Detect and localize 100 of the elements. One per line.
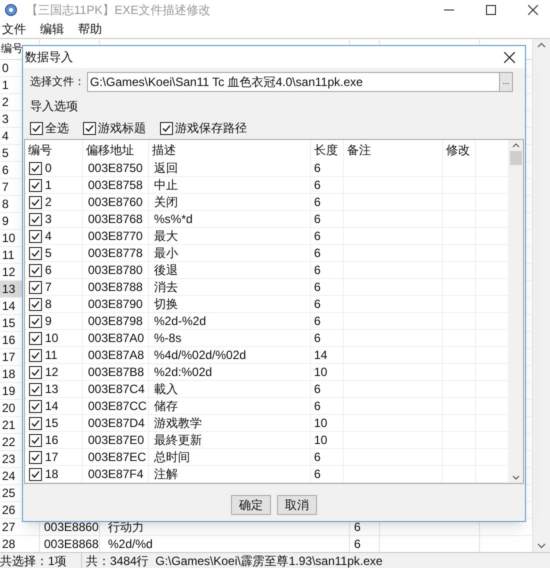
table-cell-text: 003E87CC [88,398,147,415]
table-cell-text: 003E87D4 [88,415,145,432]
table-cell-text: %2d-%2d [154,313,206,330]
column-header[interactable]: 长度 [314,141,338,159]
checkbox[interactable] [29,264,42,276]
checkbox[interactable] [29,382,42,396]
checkbox[interactable] [29,178,42,192]
checkbox[interactable] [29,332,42,344]
table-cell-text: %4d/%02d/%02d [154,347,246,364]
close-icon[interactable] [528,4,538,14]
table-cell-text: 003E87B8 [88,364,144,381]
option-label[interactable]: 游戏保存路径 [175,119,247,137]
table-cell-text: 6 [314,211,321,228]
column-header[interactable]: 偏移地址 [86,141,134,159]
table-cell-text: 003E8770 [88,228,143,245]
table-cell-text: 003E8758 [88,177,143,194]
table-cell-text: 6 [314,466,321,483]
table-cell-text: 13 [45,381,58,398]
column-header[interactable]: 描述 [152,141,176,159]
checkbox[interactable] [29,416,42,430]
table-cell-text: 消去 [154,279,178,296]
status-text: 共选择：1项 [0,552,82,568]
table-cell-text: 003E87E0 [88,432,144,449]
table-cell-text: 6 [314,313,321,330]
table-cell-text: 10 [314,432,328,449]
table-cell[interactable]: 28 [0,536,40,552]
table-cell-text: 游戏教学 [154,415,202,432]
checkbox[interactable] [29,246,42,260]
menu-item[interactable]: 编辑 [40,20,64,38]
table-cell-text: 003E8788 [88,279,143,296]
dialog-button[interactable]: 取消 [277,494,317,514]
table-cell-text: 6 [314,262,321,279]
table-cell-text: %s%*d [154,211,193,228]
close-icon[interactable] [504,52,515,62]
table-cell-text: 2 [45,194,52,211]
table-cell-text: 10 [314,364,328,381]
table-cell-text: 中止 [154,177,178,194]
checkbox[interactable] [29,468,42,480]
checkbox[interactable] [160,122,173,134]
table-cell-text: %-8s [154,330,182,347]
table-cell-text: 10 [314,415,328,432]
table-cell-text: 17 [45,449,58,466]
table-cell-text: 6 [314,228,321,245]
table-cell-text: 15 [45,415,58,432]
table-cell-text: 003E8778 [88,245,143,262]
scroll-thumb[interactable] [510,151,522,165]
table-cell-text: 行动力 [108,519,144,536]
checkbox[interactable] [29,196,42,208]
checkbox[interactable] [29,366,42,378]
table-cell-text: 12 [45,364,58,381]
table-cell-text: 6 [314,245,321,262]
menu-item[interactable]: 文件 [2,20,26,38]
table-cell-text: 6 [314,398,321,415]
checkbox[interactable] [83,122,96,134]
scroll-down-icon[interactable] [537,543,546,549]
column-header[interactable]: 修改 [446,141,470,159]
table-cell-text: 6 [314,177,321,194]
table-cell-text: 003E8868 [44,536,99,553]
table-cell-text: 0 [45,160,52,177]
table-cell-text: 10 [45,330,58,347]
table-cell-text: 7 [45,279,52,296]
scroll-up-icon[interactable] [537,42,546,48]
checkbox[interactable] [29,280,42,294]
checkbox[interactable] [30,122,43,134]
table-cell-text: 18 [45,466,58,483]
column-header: 编号 [1,42,23,57]
table-cell-text: 11 [45,347,58,364]
table-cell-text: 6 [354,536,361,553]
table-cell-text: 003E8860 [44,519,99,536]
browse-button[interactable]: ... [499,73,512,91]
table-cell-text: 6 [314,381,321,398]
table-cell-text: 003E8768 [88,211,143,228]
scroll-down-icon[interactable] [512,475,520,480]
app-icon [4,2,18,16]
table-cell-text: 003E87A0 [88,330,144,347]
scrollbar[interactable] [533,39,550,552]
menu-item[interactable]: 帮助 [78,20,102,38]
checkbox[interactable] [29,298,42,310]
checkbox[interactable] [29,434,42,446]
dialog-button[interactable]: 确定 [231,494,271,514]
option-label[interactable]: 全选 [45,119,69,137]
maximize-icon[interactable] [486,4,496,14]
table-cell-text: 6 [314,330,321,347]
column-header[interactable]: 备注 [347,141,371,159]
checkbox[interactable] [29,162,42,174]
checkbox[interactable] [29,450,42,464]
checkbox[interactable] [29,212,42,226]
table-cell-text: 003E87F4 [88,466,144,483]
table-cell-text: 注解 [154,466,178,483]
scroll-up-icon[interactable] [512,143,520,148]
scrollbar[interactable] [508,140,523,483]
checkbox[interactable] [29,400,42,412]
checkbox[interactable] [29,314,42,328]
table-cell[interactable]: 27 [0,519,40,535]
checkbox[interactable] [29,230,42,242]
file-path-field[interactable]: G:\Games\Koei\San11 Tc 血色衣冠4.0\san11pk.exe ... [87,72,513,92]
table-cell-text: 6 [314,279,321,296]
option-label[interactable]: 游戏标题 [98,119,146,137]
table-cell-text: 8 [45,296,52,313]
checkbox[interactable] [29,348,42,362]
